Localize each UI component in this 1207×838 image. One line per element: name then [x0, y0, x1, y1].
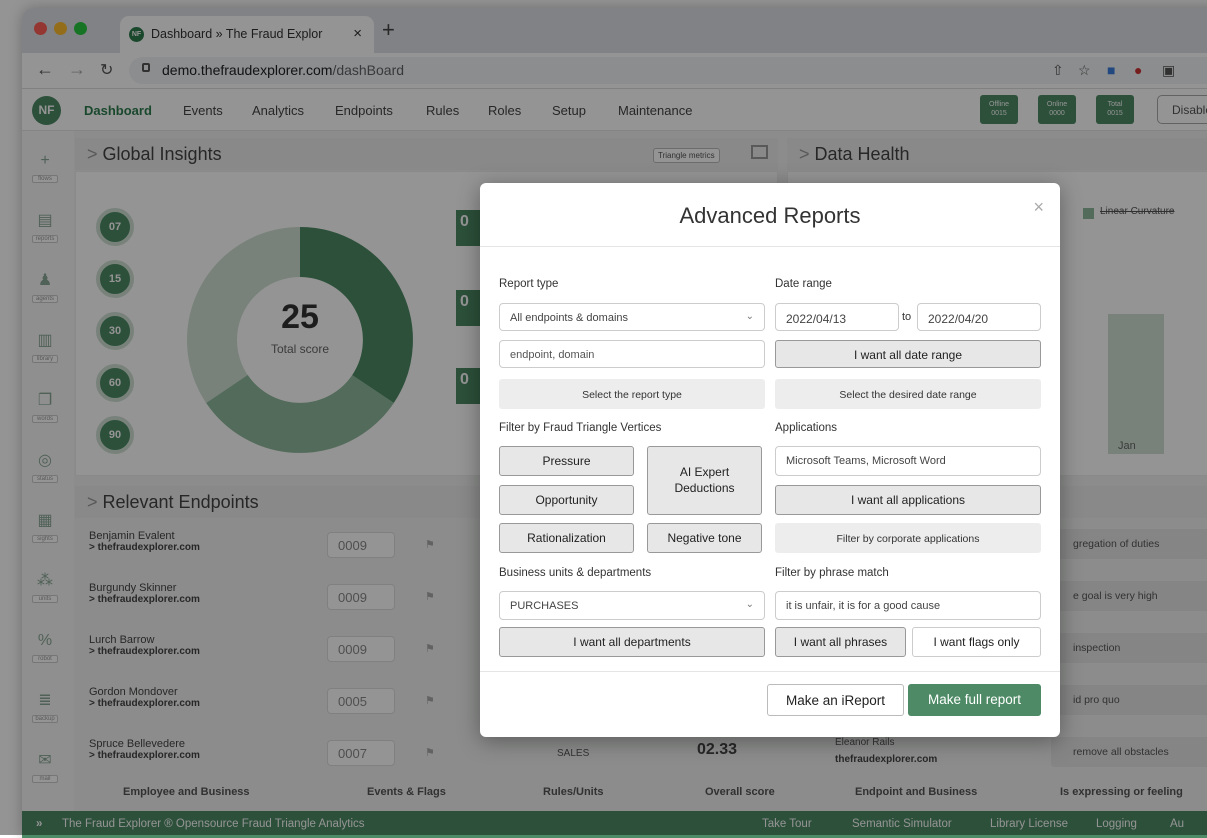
ireport-button[interactable]: Make an iReport [767, 684, 904, 716]
close-icon[interactable]: × [1033, 197, 1044, 218]
full-report-button[interactable]: Make full report [908, 684, 1041, 716]
date-from-field[interactable]: 2022/04/13 [775, 303, 899, 331]
endpoint-domain-field[interactable]: endpoint, domain [499, 340, 765, 368]
all-applications-button[interactable]: I want all applications [775, 485, 1041, 515]
opportunity-button[interactable]: Opportunity [499, 485, 634, 515]
date-range-hint: Select the desired date range [775, 379, 1041, 409]
rationalization-button[interactable]: Rationalization [499, 523, 634, 553]
department-value: PURCHASES [510, 600, 579, 612]
date-to-field[interactable]: 2022/04/20 [917, 303, 1041, 331]
applications-label: Applications [775, 422, 838, 434]
all-departments-button[interactable]: I want all departments [499, 627, 765, 657]
all-phrases-button[interactable]: I want all phrases [775, 627, 906, 657]
modal-title: Advanced Reports [679, 203, 861, 228]
ai-deductions-button[interactable]: AI Expert Deductions [647, 446, 762, 515]
divider [480, 671, 1060, 672]
date-to-label: to [902, 311, 912, 323]
department-select[interactable]: PURCHASES ⌄ [499, 591, 765, 620]
divider [480, 246, 1060, 247]
date-range-label: Date range [775, 278, 832, 290]
advanced-reports-modal: Advanced Reports × Report type All endpo… [480, 183, 1060, 737]
chevron-down-icon: ⌄ [745, 599, 754, 610]
all-dates-button[interactable]: I want all date range [775, 340, 1041, 368]
applications-hint: Filter by corporate applications [775, 523, 1041, 553]
phrase-field[interactable]: it is unfair, it is for a good cause [775, 591, 1041, 620]
report-type-label: Report type [499, 278, 559, 290]
pressure-button[interactable]: Pressure [499, 446, 634, 476]
vertices-label: Filter by Fraud Triangle Vertices [499, 422, 662, 434]
business-units-label: Business units & departments [499, 567, 652, 579]
report-type-value: All endpoints & domains [510, 312, 629, 324]
report-type-select[interactable]: All endpoints & domains ⌄ [499, 303, 765, 331]
report-type-hint: Select the report type [499, 379, 765, 409]
flags-only-button[interactable]: I want flags only [912, 627, 1041, 657]
applications-field[interactable]: Microsoft Teams, Microsoft Word [775, 446, 1041, 476]
phrase-match-label: Filter by phrase match [775, 567, 889, 579]
negative-tone-button[interactable]: Negative tone [647, 523, 762, 553]
chevron-down-icon: ⌄ [745, 311, 754, 322]
